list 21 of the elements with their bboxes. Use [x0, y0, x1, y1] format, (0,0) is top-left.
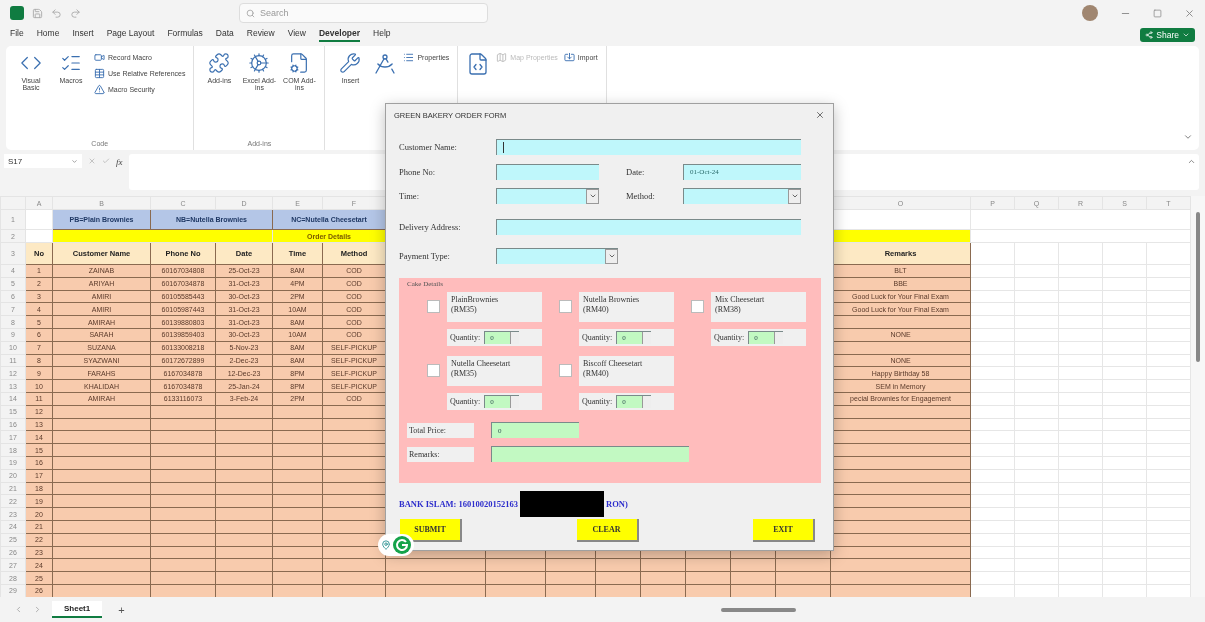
cake-label: Nutella Brownies (RM40) — [579, 292, 674, 322]
bank-account-text: BANK ISLAM: 16010020152163 — [399, 499, 518, 509]
cake-label: Mix Cheesetart (RM38) — [711, 292, 806, 322]
cake-label: Nutella Cheesetart (RM35) — [447, 356, 542, 386]
field-label: Time: — [399, 190, 420, 201]
field-label: Phone No: — [399, 166, 437, 177]
quantity-label: Quantity: — [582, 333, 613, 342]
quantity-label: Quantity: — [450, 333, 481, 342]
quantity-label: Quantity: — [714, 333, 745, 342]
field-label: Date: — [626, 166, 646, 177]
field-label: Payment Type: — [399, 250, 451, 261]
cake-label: Biscoff Cheesetart (RM40) — [579, 356, 674, 386]
cake-label: PlainBrownies (RM35) — [447, 292, 542, 322]
quantity-label: Quantity: — [450, 397, 481, 406]
bank-account-text: RON) — [606, 499, 628, 509]
quantity-label: Quantity: — [582, 397, 613, 406]
field-label: Customer Name: — [399, 141, 458, 152]
field-label: Method: — [626, 190, 656, 201]
field-label: Delivery Address: — [399, 221, 462, 232]
field-label: Total Price: — [407, 422, 474, 438]
field-label: Remarks: — [407, 446, 474, 462]
